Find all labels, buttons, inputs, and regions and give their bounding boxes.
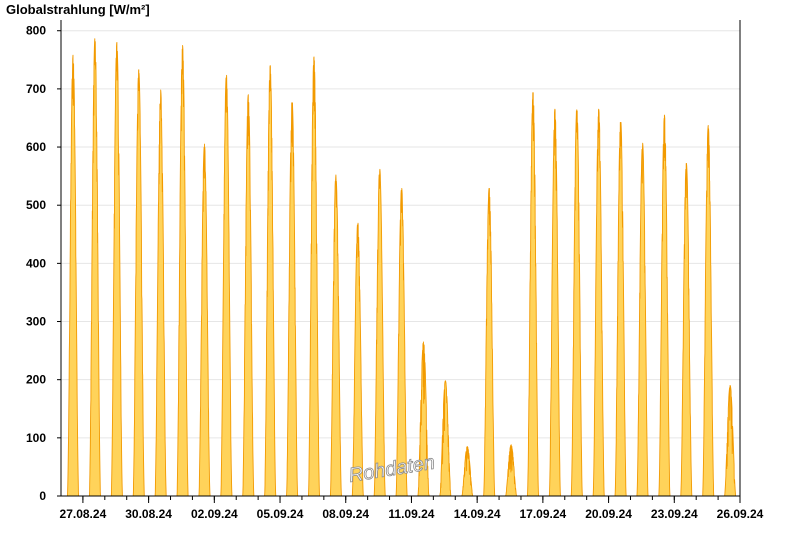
y-tick-label: 0 <box>39 489 46 503</box>
y-tick-label: 400 <box>26 256 46 270</box>
x-tick-label: 11.09.24 <box>388 507 434 521</box>
daily-radiation-area <box>242 94 255 497</box>
x-tick-label: 27.08.24 <box>60 507 107 521</box>
solar-radiation-chart: Globalstrahlung [W/m²] 0 100 200 300 400 500 6… <box>6 2 764 521</box>
daily-radiation-area <box>483 187 496 497</box>
daily-radiation-area <box>724 385 737 497</box>
daily-radiation-area <box>395 187 408 497</box>
daily-radiation-area <box>154 89 167 497</box>
daily-radiation-area <box>461 446 474 497</box>
x-tick-label: 26.09.24 <box>717 507 764 521</box>
daily-radiation-area <box>67 54 80 497</box>
daily-radiation-area <box>592 108 605 497</box>
x-axis-ticks: 27.08.24 30.08.24 02.09.24 05.09.24 08.09.24… <box>60 496 764 521</box>
daily-radiation-area <box>373 168 386 497</box>
daily-radiation-area <box>614 121 627 497</box>
y-tick-label: 700 <box>26 82 46 96</box>
daily-radiation-area <box>680 163 693 497</box>
y-axis-label: Globalstrahlung [W/m²] <box>6 2 150 17</box>
x-tick-label: 30.08.24 <box>125 507 172 521</box>
daily-radiation-area <box>526 92 540 497</box>
daily-radiation-area <box>176 45 189 497</box>
x-tick-label: 14.09.24 <box>454 507 501 521</box>
daily-radiation-area <box>110 41 123 497</box>
x-tick-label: 23.09.24 <box>651 507 698 521</box>
y-tick-label: 500 <box>26 198 46 212</box>
daily-radiation-area <box>351 222 364 497</box>
x-tick-label: 20.09.24 <box>585 507 632 521</box>
x-tick-label: 08.09.24 <box>322 507 369 521</box>
y-tick-label: 600 <box>26 140 46 154</box>
x-tick-label: 05.09.24 <box>257 507 304 521</box>
daily-radiation-area <box>505 444 518 497</box>
daily-radiation-area <box>264 65 277 497</box>
y-tick-label: 800 <box>26 24 46 38</box>
y-tick-label: 100 <box>26 431 46 445</box>
daily-radiation-area <box>286 102 299 497</box>
daily-radiation-area <box>88 38 101 497</box>
x-tick-label: 17.09.24 <box>520 507 567 521</box>
daily-radiation-area <box>636 142 649 497</box>
daily-radiation-area <box>702 125 715 497</box>
daily-radiation-area <box>329 174 342 497</box>
daily-radiation-area <box>570 109 583 497</box>
daily-radiation-area <box>307 56 321 497</box>
daily-radiation-area <box>132 69 145 497</box>
y-tick-label: 200 <box>26 373 46 387</box>
daily-radiation-area <box>658 114 671 497</box>
daily-radiation-area <box>198 143 211 497</box>
daily-radiation-area <box>439 380 452 497</box>
daily-radiation-area <box>220 74 233 497</box>
y-tick-label: 300 <box>26 315 46 329</box>
y-axis-ticks: 0 100 200 300 400 500 600 700 800 <box>26 24 61 503</box>
daily-radiation-area <box>548 108 561 497</box>
x-tick-label: 02.09.24 <box>191 507 238 521</box>
radiation-series <box>67 38 737 497</box>
